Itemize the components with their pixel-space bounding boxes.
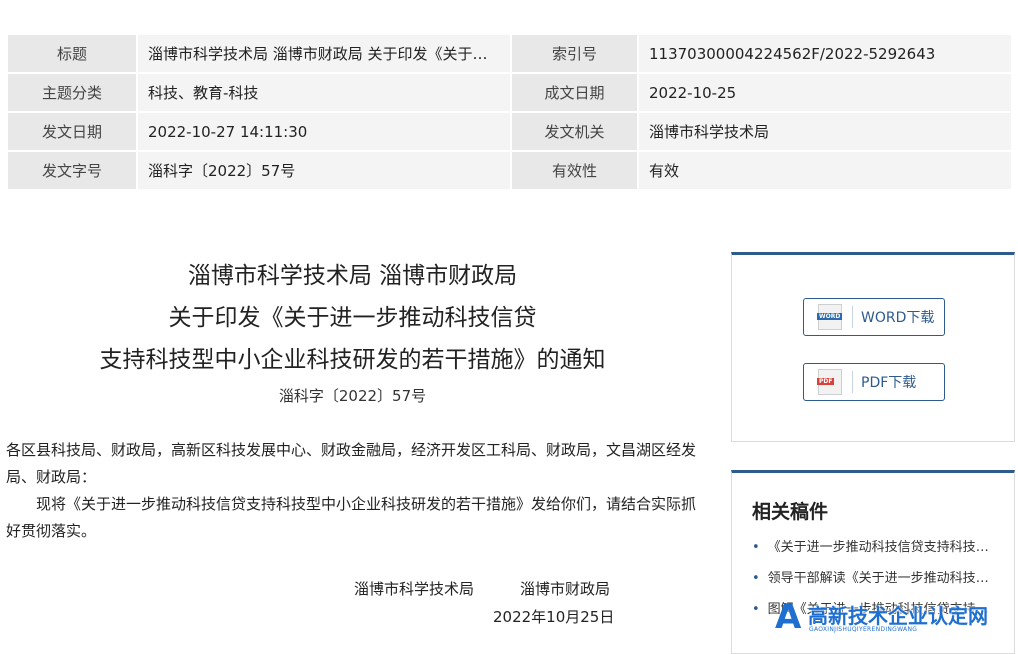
related-link[interactable]: 领导干部解读《关于进一步推动科技信贷支持科技型中小企业科技研发的若干措施》 <box>752 571 992 587</box>
meta-label: 索引号 <box>512 35 637 72</box>
word-download-button[interactable]: WORD WORD下载 <box>803 298 945 336</box>
watermark: A 高新技术企业认定网 GAOXINJISHUQIYERENDINGWANG <box>775 598 1018 639</box>
meta-value: 科技、教育-科技 <box>138 74 510 111</box>
pdf-download-label: PDF下载 <box>861 375 917 391</box>
table-row: 发文字号 淄科字〔2022〕57号 有效性 有效 <box>8 152 1011 189</box>
article-title-line: 淄博市科学技术局 淄博市财政局 <box>187 263 518 289</box>
meta-title-value: 淄博市科学技术局 淄博市财政局 关于印发《关于进一步推动科技信贷支持科技型中小企… <box>148 45 498 63</box>
divider <box>852 306 853 328</box>
article-header: 淄博市科学技术局 淄博市财政局 关于印发《关于进一步推动科技信贷 支持科技型中小… <box>0 255 705 406</box>
meta-label: 有效性 <box>512 152 637 189</box>
divider <box>852 371 853 393</box>
doc-number: 淄科字〔2022〕57号 <box>278 387 427 405</box>
meta-value: 有效 <box>639 152 1011 189</box>
meta-label: 发文字号 <box>8 152 136 189</box>
meta-value: 淄博市科学技术局 淄博市财政局 关于印发《关于进一步推动科技信贷支持科技型中小企… <box>138 35 510 72</box>
watermark-text: 高新技术企业认定网 <box>808 604 988 628</box>
meta-label: 发文机关 <box>512 113 637 150</box>
download-panel: WORD WORD下载 PDF PDF下载 <box>731 252 1015 442</box>
issue-date: 2022年10月25日 <box>493 608 615 626</box>
table-row: 标题 淄博市科学技术局 淄博市财政局 关于印发《关于进一步推动科技信贷支持科技型… <box>8 35 1011 72</box>
meta-label: 发文日期 <box>8 113 136 150</box>
pdf-download-button[interactable]: PDF PDF下载 <box>803 363 945 401</box>
meta-label: 标题 <box>8 35 136 72</box>
body-paragraph: 现将《关于进一步推动科技信贷支持科技型中小企业科技研发的若干措施》发给你们，请结… <box>6 495 697 540</box>
meta-value: 2022-10-25 <box>639 74 1011 111</box>
meta-value: 2022-10-27 14:11:30 <box>138 113 510 150</box>
watermark-subtext: GAOXINJISHUQIYERENDINGWANG <box>809 626 918 633</box>
meta-value: 11370300004224562F/2022-5292643 <box>639 35 1011 72</box>
recipients-paragraph: 各区县科技局、财政局，高新区科技发展中心、财政金融局，经济开发区工科局、财政局，… <box>6 441 697 486</box>
signer-science-bureau: 淄博市科学技术局 <box>354 580 475 598</box>
document-meta-table: 标题 淄博市科学技术局 淄博市财政局 关于印发《关于进一步推动科技信贷支持科技型… <box>6 33 1013 191</box>
related-link[interactable]: 《关于进一步推动科技信贷支持科技型中小企业科技研发的若干措施》 <box>752 540 992 556</box>
meta-value: 淄科字〔2022〕57号 <box>138 152 510 189</box>
table-row: 发文日期 2022-10-27 14:11:30 发文机关 淄博市科学技术局 <box>8 113 1011 150</box>
pdf-file-icon: PDF <box>817 369 842 395</box>
word-download-label: WORD下载 <box>861 310 935 326</box>
meta-value: 淄博市科学技术局 <box>639 113 1011 150</box>
meta-label: 主题分类 <box>8 74 136 111</box>
signer-finance-bureau: 淄博市财政局 <box>520 580 611 598</box>
meta-label: 成文日期 <box>512 74 637 111</box>
watermark-logo-icon: A <box>775 597 802 637</box>
article-title-line: 关于印发《关于进一步推动科技信贷 <box>168 305 537 331</box>
article-title-line: 支持科技型中小企业科技研发的若干措施》的通知 <box>99 347 606 373</box>
related-heading: 相关稿件 <box>752 501 829 523</box>
table-row: 主题分类 科技、教育-科技 成文日期 2022-10-25 <box>8 74 1011 111</box>
article-body: 各区县科技局、财政局，高新区科技发展中心、财政金融局，经济开发区工科局、财政局，… <box>6 437 700 545</box>
word-file-icon: WORD <box>817 304 843 330</box>
